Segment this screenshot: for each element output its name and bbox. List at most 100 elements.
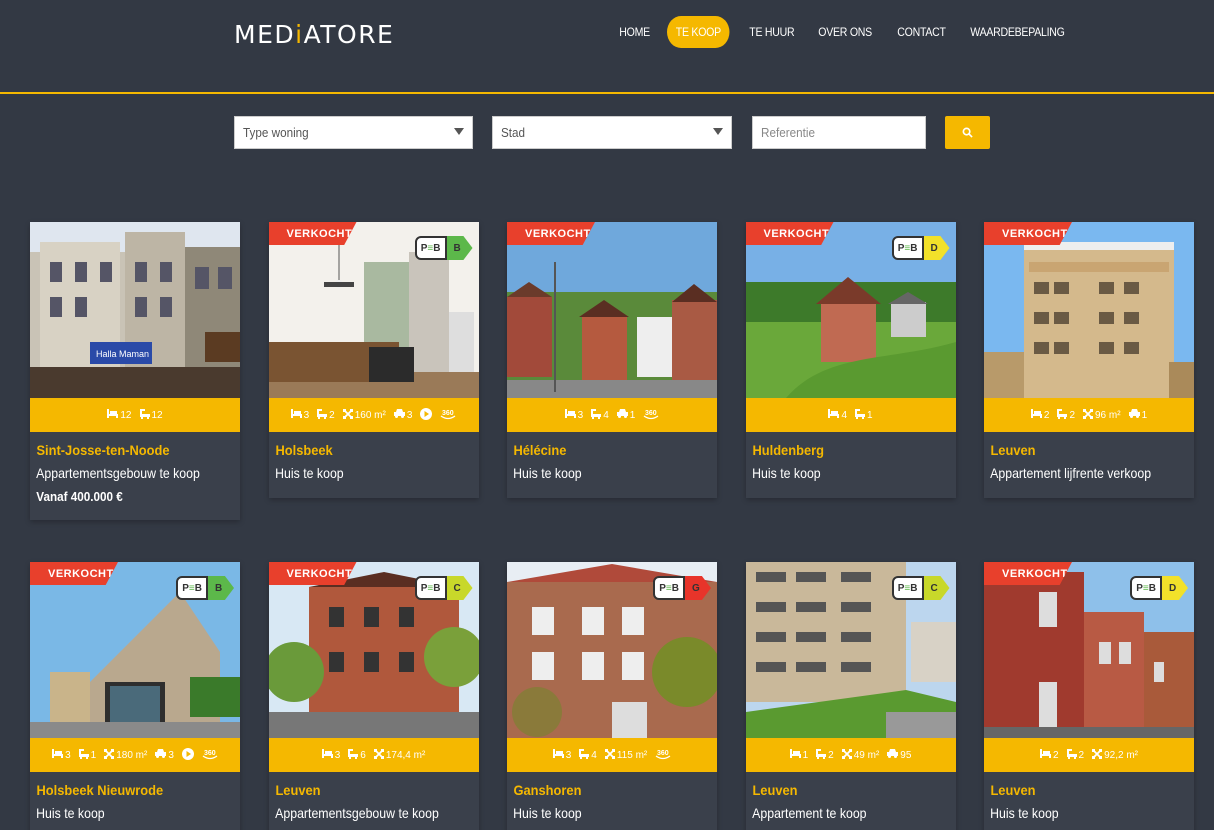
listing-card[interactable]: VERKOCHT 2 2 96 m² 1 Leuven Appartement lijfre… [984, 222, 1194, 498]
listing-photo[interactable]: Halla Maman [30, 222, 240, 398]
area-icon [1083, 408, 1093, 422]
bath-icon [78, 748, 89, 762]
feature-value: 115 m² [616, 749, 648, 761]
listing-photo[interactable]: VERKOCHT P ≡ B B [268, 222, 479, 398]
listing-card[interactable]: VERKOCHT P ≡ B D 4 1 Huldenberg Huis te koop [745, 222, 956, 498]
feature-item: 1 [789, 749, 809, 761]
listing-photo[interactable]: VERKOCHT P ≡ B C [268, 562, 479, 738]
features-bar: 3 4 115 m² 360 [507, 738, 717, 772]
listing-photo[interactable]: P ≡ B C [745, 562, 956, 738]
nav-over-ons[interactable]: OVER ONS [813, 16, 877, 48]
feature-value: 12 [120, 409, 132, 421]
feature-item: 3 [552, 749, 571, 761]
listing-photo[interactable]: VERKOCHT P ≡ B B [30, 562, 240, 738]
listing-city[interactable]: Leuven [269, 772, 462, 798]
feature-item: 6 [348, 748, 366, 762]
feature-value: 95 [900, 749, 912, 761]
area-icon [373, 748, 384, 762]
feature-item: 1 [855, 408, 873, 422]
feature-value: 160 m² [354, 409, 386, 421]
nav-home[interactable]: HOME [614, 16, 655, 48]
listing-photo[interactable]: P ≡ B G [507, 562, 717, 738]
features-bar: 2 2 96 m² 1 [984, 398, 1194, 432]
peb-logo: P ≡ B [414, 236, 447, 260]
listing-photo[interactable]: VERKOCHT P ≡ B D [984, 562, 1194, 738]
listing-photo[interactable]: VERKOCHT [507, 222, 717, 398]
listing-city[interactable]: Holsbeek [269, 432, 462, 458]
listing-card[interactable]: VERKOCHT P ≡ B B 3 1 180 m² 3 360 Holsbeek Nieuwro… [30, 562, 240, 830]
bed-icon [828, 409, 840, 421]
area-icon [342, 408, 353, 422]
feature-value: 2 [1043, 409, 1050, 421]
listing-city[interactable]: Leuven [746, 772, 939, 798]
feature-item: 115 m² [604, 748, 648, 762]
features-bar: 1 2 49 m² 95 [745, 738, 956, 772]
feature-value: 6 [360, 749, 366, 761]
stad-select[interactable]: Stad [492, 116, 732, 149]
svg-text:Halla Maman: Halla Maman [96, 349, 149, 359]
listing-city[interactable]: Hélécine [507, 432, 700, 458]
feature-value: 1 [802, 749, 809, 761]
peb-logo: P ≡ B [176, 576, 208, 600]
nav-contact[interactable]: CONTACT [892, 16, 951, 48]
listing-city[interactable]: Holsbeek Nieuwrode [30, 772, 223, 798]
listing-city[interactable]: Huldenberg [746, 432, 939, 458]
epc-score: C [446, 576, 473, 600]
logo[interactable]: MEDiATORE [234, 20, 394, 49]
feature-value: 4 [591, 749, 597, 761]
nav-te-koop[interactable]: TE KOOP [666, 16, 730, 48]
peb-logo: P ≡ B [653, 576, 685, 600]
bath-icon [855, 408, 865, 422]
epc-label: P ≡ B B [176, 575, 234, 601]
site-header: MEDiATORE HOME TE KOOP TE HUUR OVER ONS … [0, 0, 1214, 94]
listing-card[interactable]: VERKOCHT P ≡ B D 2 2 92,2 m² Leuven Huis te koop [984, 562, 1194, 830]
feature-value: 2 [1078, 749, 1085, 761]
feature-value: 3 [303, 409, 310, 421]
feature-value: 92,2 m² [1104, 749, 1139, 761]
listing-card[interactable]: P ≡ B G 3 4 115 m² 360 Ganshoren Huis te koop [507, 562, 717, 830]
type-woning-select[interactable]: Type woning [234, 116, 473, 149]
epc-label: P ≡ B C [414, 575, 473, 601]
bath-icon [591, 408, 602, 422]
feature-value: 2 [1052, 749, 1059, 761]
bed-icon [564, 409, 576, 421]
listing-card[interactable]: P ≡ B C 1 2 49 m² 95 Leuven Appartement te koop [745, 562, 956, 830]
listing-city[interactable]: Leuven [984, 432, 1177, 458]
feature-value: 3 [406, 409, 413, 421]
features-bar: 3 4 1 360 [507, 398, 717, 432]
peb-logo: P ≡ B [414, 576, 447, 600]
feature-item: 1 [78, 748, 96, 762]
listing-card[interactable]: VERKOCHT P ≡ B B 3 2 160 m² 3 360 Holsbeek Huis te … [268, 222, 479, 498]
feature-item: 3 [321, 749, 340, 761]
listing-city[interactable]: Sint-Josse-ten-Noode [30, 432, 223, 458]
epc-score: B [446, 236, 473, 260]
nav-te-huur[interactable]: TE HUUR [744, 16, 800, 48]
features-bar: 3 2 160 m² 3 360 [268, 398, 479, 432]
listing-city[interactable]: Ganshoren [507, 772, 700, 798]
feature-value: 49 m² [853, 749, 880, 761]
bath-icon [348, 748, 359, 762]
listing-photo[interactable]: VERKOCHT [984, 222, 1194, 398]
feature-value: 174,4 m² [385, 749, 426, 761]
sold-badge: VERKOCHT [984, 562, 1072, 585]
listing-card[interactable]: VERKOCHT P ≡ B C 3 6 174,4 m² Leuven Appartements… [268, 562, 479, 830]
listing-city[interactable]: Leuven [984, 772, 1177, 798]
360-icon: 360 [440, 408, 456, 423]
sold-badge: VERKOCHT [268, 562, 357, 585]
bath-icon [139, 408, 150, 422]
feature-item: 4 [828, 409, 847, 421]
feature-value: 4 [841, 409, 847, 421]
bed-icon [321, 749, 333, 761]
search-button[interactable] [945, 116, 990, 149]
listing-photo[interactable]: VERKOCHT P ≡ B D [745, 222, 956, 398]
nav-waardebepaling[interactable]: WAARDEBEPALING [965, 16, 1070, 48]
feature-item: 4 [579, 748, 597, 762]
feature-item: 360 [643, 408, 659, 423]
epc-score: B [208, 576, 234, 600]
area-icon [604, 748, 615, 762]
listing-card[interactable]: Halla Maman 12 12 Sint-Josse-ten-Noode Appar… [30, 222, 240, 520]
bath-icon [816, 748, 827, 762]
listing-card[interactable]: VERKOCHT 3 4 1 360 Hélécine Huis te koop [507, 222, 717, 498]
area-icon [841, 748, 852, 762]
referentie-input[interactable]: Referentie [752, 116, 926, 149]
